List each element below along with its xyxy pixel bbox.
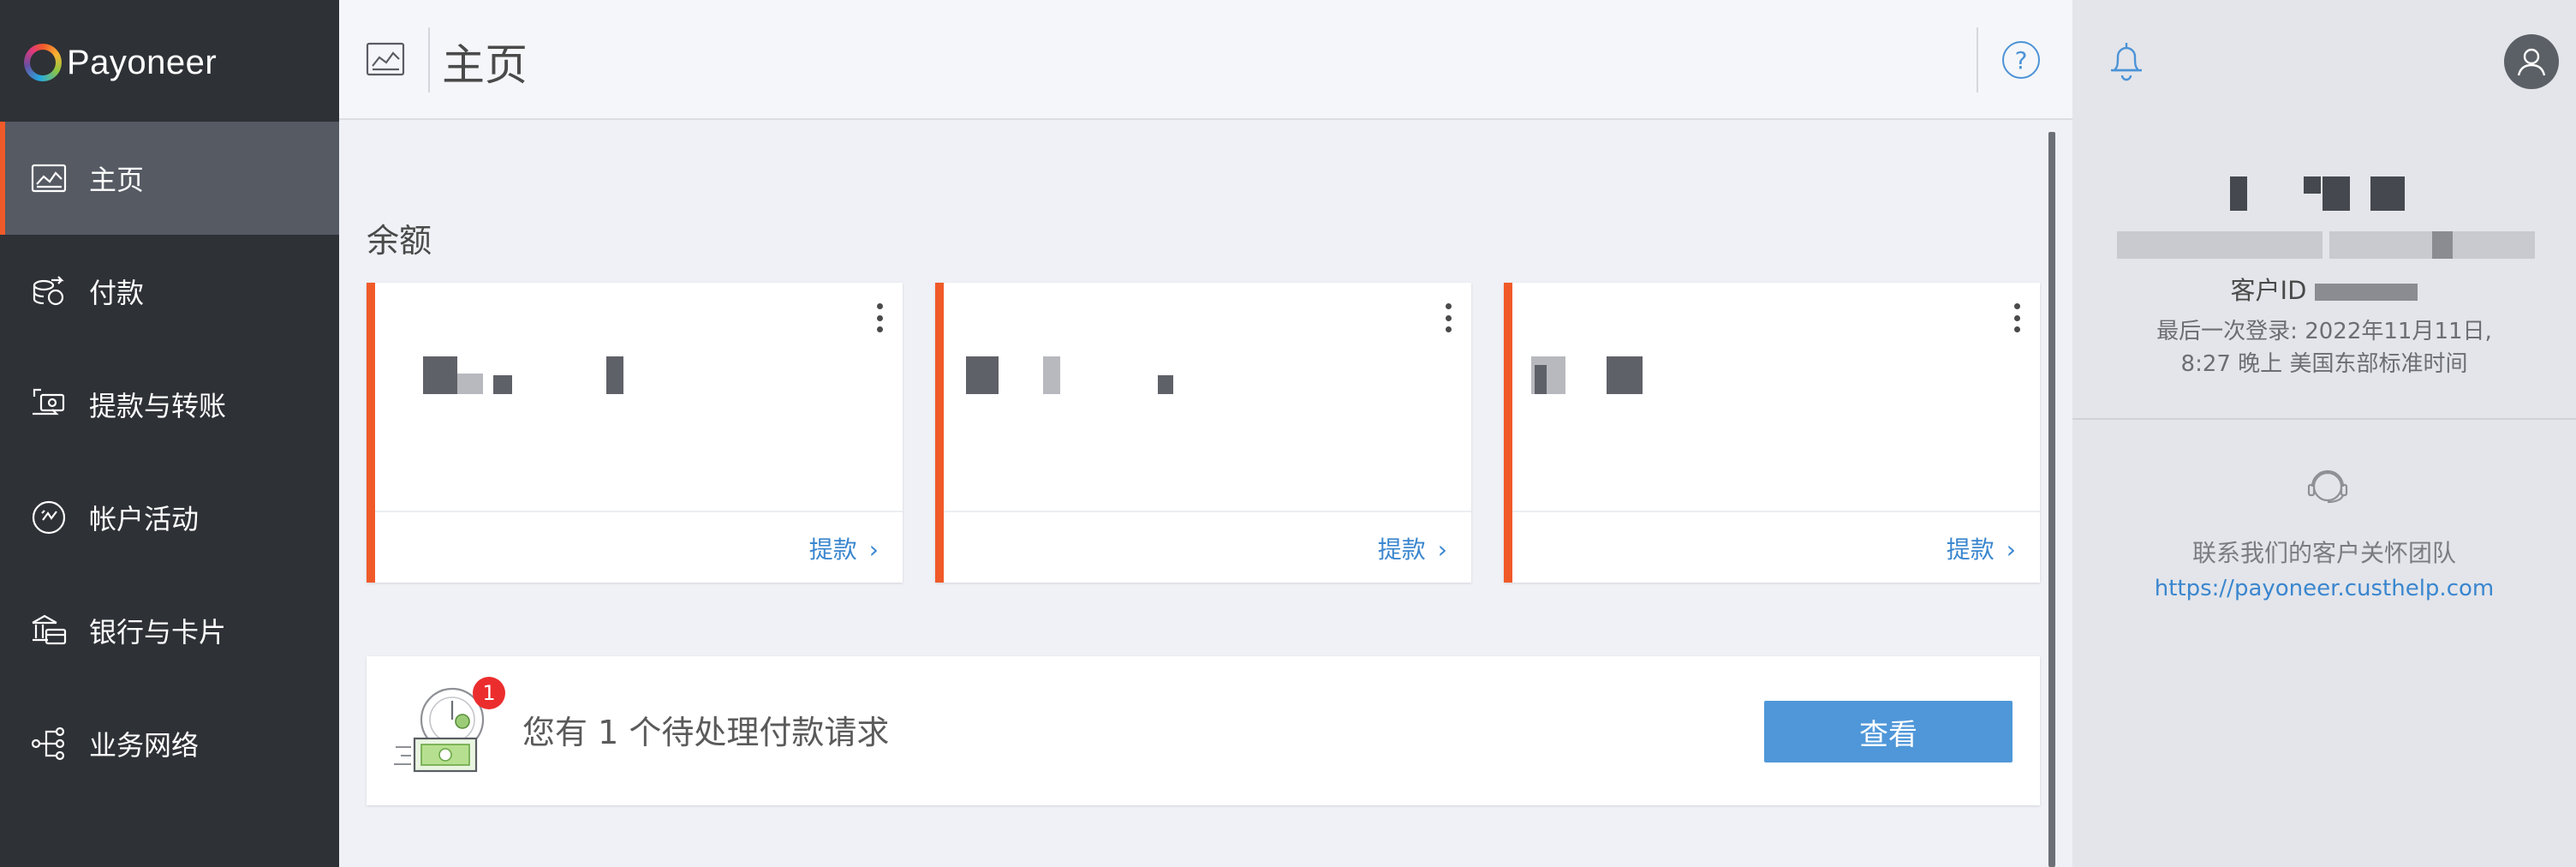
balance-card: 提款 › [935, 283, 1471, 583]
bell-icon[interactable] [2107, 39, 2146, 82]
logo-text: Payoneer [67, 43, 218, 81]
card-footer: 提款 › [944, 511, 1471, 583]
redacted-user-email [2117, 231, 2323, 259]
withdraw-link[interactable]: 提款 › [1947, 531, 2016, 565]
chevron-right-icon: › [868, 535, 879, 564]
redacted-amount [493, 375, 512, 394]
headset-icon [2302, 463, 2353, 514]
more-options-icon[interactable] [877, 303, 884, 332]
sidebar-item-bank-cards[interactable]: 银行与卡片 [0, 574, 339, 687]
redacted-user-name [2370, 176, 2405, 211]
sidebar-nav: 主页 付款 提款与转账 帐户活动 银行与卡片 业务网络 [0, 122, 339, 800]
next-section-title: 产品 [367, 860, 432, 867]
avatar[interactable] [2504, 34, 2559, 89]
main-content: 余额 提款 › 提款 › 提款 › 1 您有 1 个待处理付款请求 查看 [339, 122, 2072, 867]
redacted-amount [1607, 356, 1643, 394]
chart-icon [29, 158, 69, 198]
contact-support-text: 联系我们的客户关怀团队 [2191, 539, 2456, 567]
redacted-amount [1043, 356, 1060, 394]
header-divider [428, 27, 430, 93]
sidebar-item-account-activity[interactable]: 帐户活动 [0, 461, 339, 574]
sidebar-item-label: 主页 [89, 164, 145, 196]
chart-icon [365, 41, 406, 77]
withdraw-link[interactable]: 提款 › [1378, 531, 1447, 565]
pending-request-text: 您有 1 个待处理付款请求 [522, 714, 890, 751]
page-title: 主页 [442, 40, 528, 90]
last-login-time: 8:27 晚上 美国东部标准时间 [2180, 351, 2468, 377]
activity-icon [29, 498, 69, 537]
help-icon[interactable]: ? [2002, 41, 2040, 79]
sidebar-item-home[interactable]: 主页 [0, 122, 339, 235]
logo-ring-icon [24, 44, 62, 81]
network-icon [29, 724, 69, 763]
customer-id: 客户ID [2072, 271, 2576, 307]
sidebar-item-label: 付款 [89, 277, 145, 309]
redacted-user-name [2230, 176, 2247, 211]
redacted-user-name [2323, 176, 2350, 211]
last-login-info: 最后一次登录: 2022年11月11日, 8:27 晚上 美国东部标准时间 [2072, 315, 2576, 380]
more-options-icon[interactable] [1446, 303, 1452, 332]
redacted-amount [1158, 375, 1173, 394]
account-panel: 客户ID 最后一次登录: 2022年11月11日, 8:27 晚上 美国东部标准… [2072, 0, 2576, 867]
redacted-amount [457, 374, 483, 394]
redacted-amount [423, 356, 457, 394]
panel-divider [2072, 418, 2576, 420]
support-link[interactable]: https://payoneer.custhelp.com [2072, 576, 2576, 601]
header-divider [1977, 27, 1978, 93]
bank-icon [29, 611, 69, 650]
redacted-amount [606, 356, 623, 394]
sidebar-item-label: 业务网络 [89, 729, 200, 762]
redacted-amount [1535, 365, 1547, 394]
redacted-user-email [2432, 231, 2453, 259]
sidebar-item-business-network[interactable]: 业务网络 [0, 687, 339, 800]
withdraw-link[interactable]: 提款 › [809, 531, 879, 565]
transfer-icon [29, 385, 69, 424]
redacted-user-name [2304, 176, 2321, 194]
chevron-right-icon: › [1437, 535, 1447, 564]
view-button[interactable]: 查看 [1764, 701, 2012, 762]
chevron-right-icon: › [2006, 535, 2016, 564]
balance-section-title: 余额 [367, 222, 432, 260]
balance-card: 提款 › [1504, 283, 2040, 583]
pending-payment-request-banner: 1 您有 1 个待处理付款请求 查看 [367, 656, 2040, 805]
user-icon [2517, 48, 2546, 76]
payoneer-logo[interactable]: Payoneer [24, 43, 217, 82]
card-footer: 提款 › [375, 511, 903, 583]
payment-icon [29, 272, 69, 311]
more-options-icon[interactable] [2014, 303, 2021, 332]
scrollbar[interactable] [2048, 132, 2055, 867]
sidebar-item-label: 提款与转账 [89, 390, 227, 422]
redacted-amount [966, 356, 999, 394]
notification-badge: 1 [473, 677, 505, 709]
sidebar-item-withdraw-transfer[interactable]: 提款与转账 [0, 348, 339, 461]
sidebar: Payoneer 主页 付款 提款与转账 帐户活动 银行与卡片 业务网络 [0, 0, 339, 867]
sidebar-item-label: 银行与卡片 [89, 616, 227, 649]
card-footer: 提款 › [1512, 511, 2040, 583]
top-header: 主页 ? [339, 0, 2072, 120]
sidebar-item-label: 帐户活动 [89, 503, 200, 535]
last-login-date: 最后一次登录: 2022年11月11日, [2156, 319, 2492, 344]
sidebar-item-payments[interactable]: 付款 [0, 235, 339, 348]
balance-card: 提款 › [367, 283, 903, 583]
